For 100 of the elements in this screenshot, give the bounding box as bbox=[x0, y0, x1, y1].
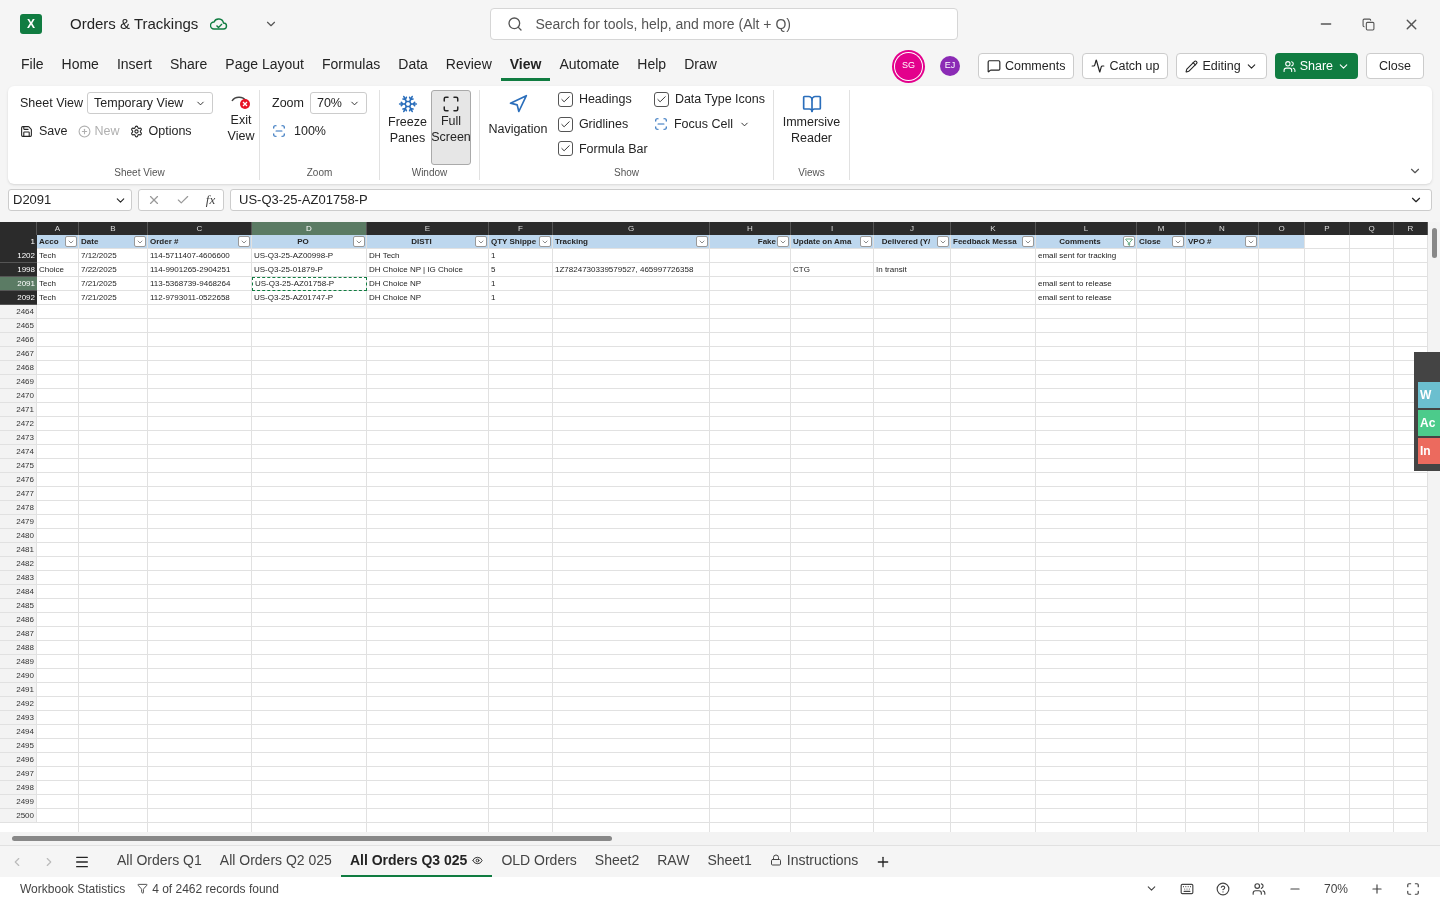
row-header[interactable]: 1202 bbox=[0, 249, 37, 263]
sheet-tab[interactable]: Sheet1 bbox=[698, 845, 761, 878]
row-header[interactable]: 2091 bbox=[0, 277, 37, 291]
sheet-tab[interactable]: Sheet2 bbox=[585, 845, 649, 878]
row-header[interactable]: 2492 bbox=[0, 697, 37, 711]
column-header[interactable]: M bbox=[1137, 222, 1186, 235]
column-header[interactable]: D bbox=[252, 222, 367, 235]
save-button[interactable]: Save bbox=[20, 122, 68, 141]
row-header[interactable]: 2497 bbox=[0, 767, 37, 781]
editing-button[interactable]: Editing bbox=[1176, 53, 1267, 79]
column-header[interactable]: C bbox=[148, 222, 252, 235]
sheet-view-dropdown[interactable]: Temporary View bbox=[87, 92, 213, 114]
checkbox[interactable]: Headings bbox=[557, 90, 650, 109]
sheet-tab[interactable]: All Orders Q1 bbox=[108, 845, 211, 878]
immersive-reader-button[interactable]: Immersive Reader bbox=[778, 90, 845, 165]
catch-up-button[interactable]: Catch up bbox=[1082, 53, 1169, 79]
zoom-level[interactable]: 70% bbox=[1323, 879, 1348, 898]
search-field[interactable]: Search for tools, help, and more (Alt + Q) bbox=[490, 8, 959, 40]
column-header[interactable]: P bbox=[1305, 222, 1350, 235]
navigation-button[interactable]: Navigation bbox=[488, 90, 548, 165]
row-header[interactable]: 2486 bbox=[0, 613, 37, 627]
row-header[interactable]: 2499 bbox=[0, 795, 37, 809]
menu-tab[interactable]: Help bbox=[628, 51, 676, 81]
row-header[interactable]: 2498 bbox=[0, 781, 37, 795]
restore-icon[interactable] bbox=[1362, 17, 1375, 31]
column-header[interactable]: K bbox=[951, 222, 1036, 235]
menu-tab[interactable]: Home bbox=[52, 51, 108, 81]
row-header[interactable]: 2470 bbox=[0, 389, 37, 403]
filter-button[interactable] bbox=[238, 236, 250, 247]
filter-button[interactable] bbox=[777, 236, 789, 247]
row-header[interactable]: 2469 bbox=[0, 375, 37, 389]
filter-button[interactable] bbox=[475, 236, 487, 247]
column-header[interactable]: H bbox=[710, 222, 791, 235]
avatar[interactable]: EJ bbox=[939, 56, 960, 76]
row-header[interactable]: 2496 bbox=[0, 753, 37, 767]
column-header[interactable]: N bbox=[1186, 222, 1259, 235]
row-header[interactable]: 2500 bbox=[0, 809, 37, 823]
row-header[interactable]: 2475 bbox=[0, 459, 37, 473]
row-header[interactable]: 2473 bbox=[0, 431, 37, 445]
menu-tab[interactable]: File bbox=[12, 51, 53, 81]
full-screen-button[interactable]: Full Screen bbox=[431, 90, 471, 165]
menu-tab[interactable]: Formulas bbox=[312, 51, 390, 81]
row-header[interactable]: 1 bbox=[0, 235, 37, 249]
menu-tab[interactable]: Draw bbox=[675, 51, 726, 81]
row-header[interactable]: 2479 bbox=[0, 515, 37, 529]
checkbox[interactable]: Formula Bar bbox=[557, 139, 650, 159]
zoom-in-icon[interactable] bbox=[1370, 881, 1384, 896]
row-header[interactable]: 2488 bbox=[0, 641, 37, 655]
row-header[interactable]: 2464 bbox=[0, 305, 37, 319]
column-header[interactable]: B bbox=[79, 222, 148, 235]
sheet-tab[interactable]: OLD Orders bbox=[492, 845, 586, 878]
freeze-panes-button[interactable]: Freeze Panes bbox=[388, 90, 427, 165]
row-header[interactable]: 2092 bbox=[0, 291, 37, 305]
checkbox[interactable]: Data Type Icons bbox=[653, 90, 765, 109]
column-header[interactable]: F bbox=[489, 222, 553, 235]
focus-cell-button[interactable]: Focus Cell bbox=[653, 114, 765, 134]
row-header[interactable]: 2483 bbox=[0, 571, 37, 585]
menu-tab[interactable]: Automate bbox=[550, 51, 629, 81]
filter-button[interactable] bbox=[937, 236, 949, 247]
search-input[interactable]: Search for tools, help, and more (Alt + Q) bbox=[535, 13, 942, 35]
name-box[interactable]: D2091 bbox=[8, 189, 132, 211]
options-button[interactable]: Options bbox=[129, 122, 192, 141]
filter-button[interactable] bbox=[353, 236, 365, 247]
filter-button[interactable] bbox=[539, 236, 551, 247]
column-header[interactable]: J bbox=[874, 222, 951, 235]
enter-icon[interactable] bbox=[176, 193, 191, 207]
column-header[interactable]: E bbox=[367, 222, 489, 235]
row-header[interactable]: 2476 bbox=[0, 473, 37, 487]
menu-tab[interactable]: Data bbox=[389, 51, 437, 81]
row-header[interactable]: 2482 bbox=[0, 557, 37, 571]
filter-button[interactable] bbox=[1022, 236, 1034, 247]
row-header[interactable]: 1998 bbox=[0, 263, 37, 277]
row-header[interactable]: 2478 bbox=[0, 501, 37, 515]
avatar[interactable]: SG bbox=[894, 52, 922, 80]
filter-button[interactable] bbox=[1245, 236, 1257, 247]
menu-tab[interactable]: View bbox=[500, 51, 551, 81]
menu-tab[interactable]: Page Layout bbox=[216, 51, 313, 81]
row-header[interactable]: 2490 bbox=[0, 669, 37, 683]
function-icon[interactable]: fx bbox=[205, 190, 216, 210]
filter-button[interactable] bbox=[134, 236, 146, 247]
row-header[interactable]: 2489 bbox=[0, 655, 37, 669]
filter-button[interactable] bbox=[696, 236, 708, 247]
people-icon[interactable] bbox=[1251, 881, 1266, 896]
zoom-100-button[interactable]: 100% bbox=[272, 122, 367, 141]
column-header[interactable]: I bbox=[791, 222, 874, 235]
row-header[interactable]: 2468 bbox=[0, 361, 37, 375]
workbook-statistics[interactable]: Workbook Statistics bbox=[20, 879, 126, 898]
menu-tab[interactable]: Insert bbox=[107, 51, 161, 81]
column-header[interactable]: O bbox=[1259, 222, 1305, 235]
filter-button[interactable] bbox=[1123, 236, 1135, 247]
sheet-tab[interactable]: RAW bbox=[648, 845, 699, 878]
menu-tab[interactable]: Share bbox=[160, 51, 217, 81]
close-button[interactable]: Close bbox=[1366, 53, 1424, 79]
checkbox[interactable]: Gridlines bbox=[557, 114, 650, 134]
help-icon[interactable] bbox=[1215, 881, 1230, 896]
menu-tab[interactable]: Review bbox=[436, 51, 501, 81]
filter-button[interactable] bbox=[65, 236, 77, 247]
sheet-tab[interactable]: Instructions bbox=[760, 845, 868, 878]
column-header[interactable]: Q bbox=[1350, 222, 1394, 235]
exit-view-button[interactable]: Exit View bbox=[223, 90, 259, 165]
